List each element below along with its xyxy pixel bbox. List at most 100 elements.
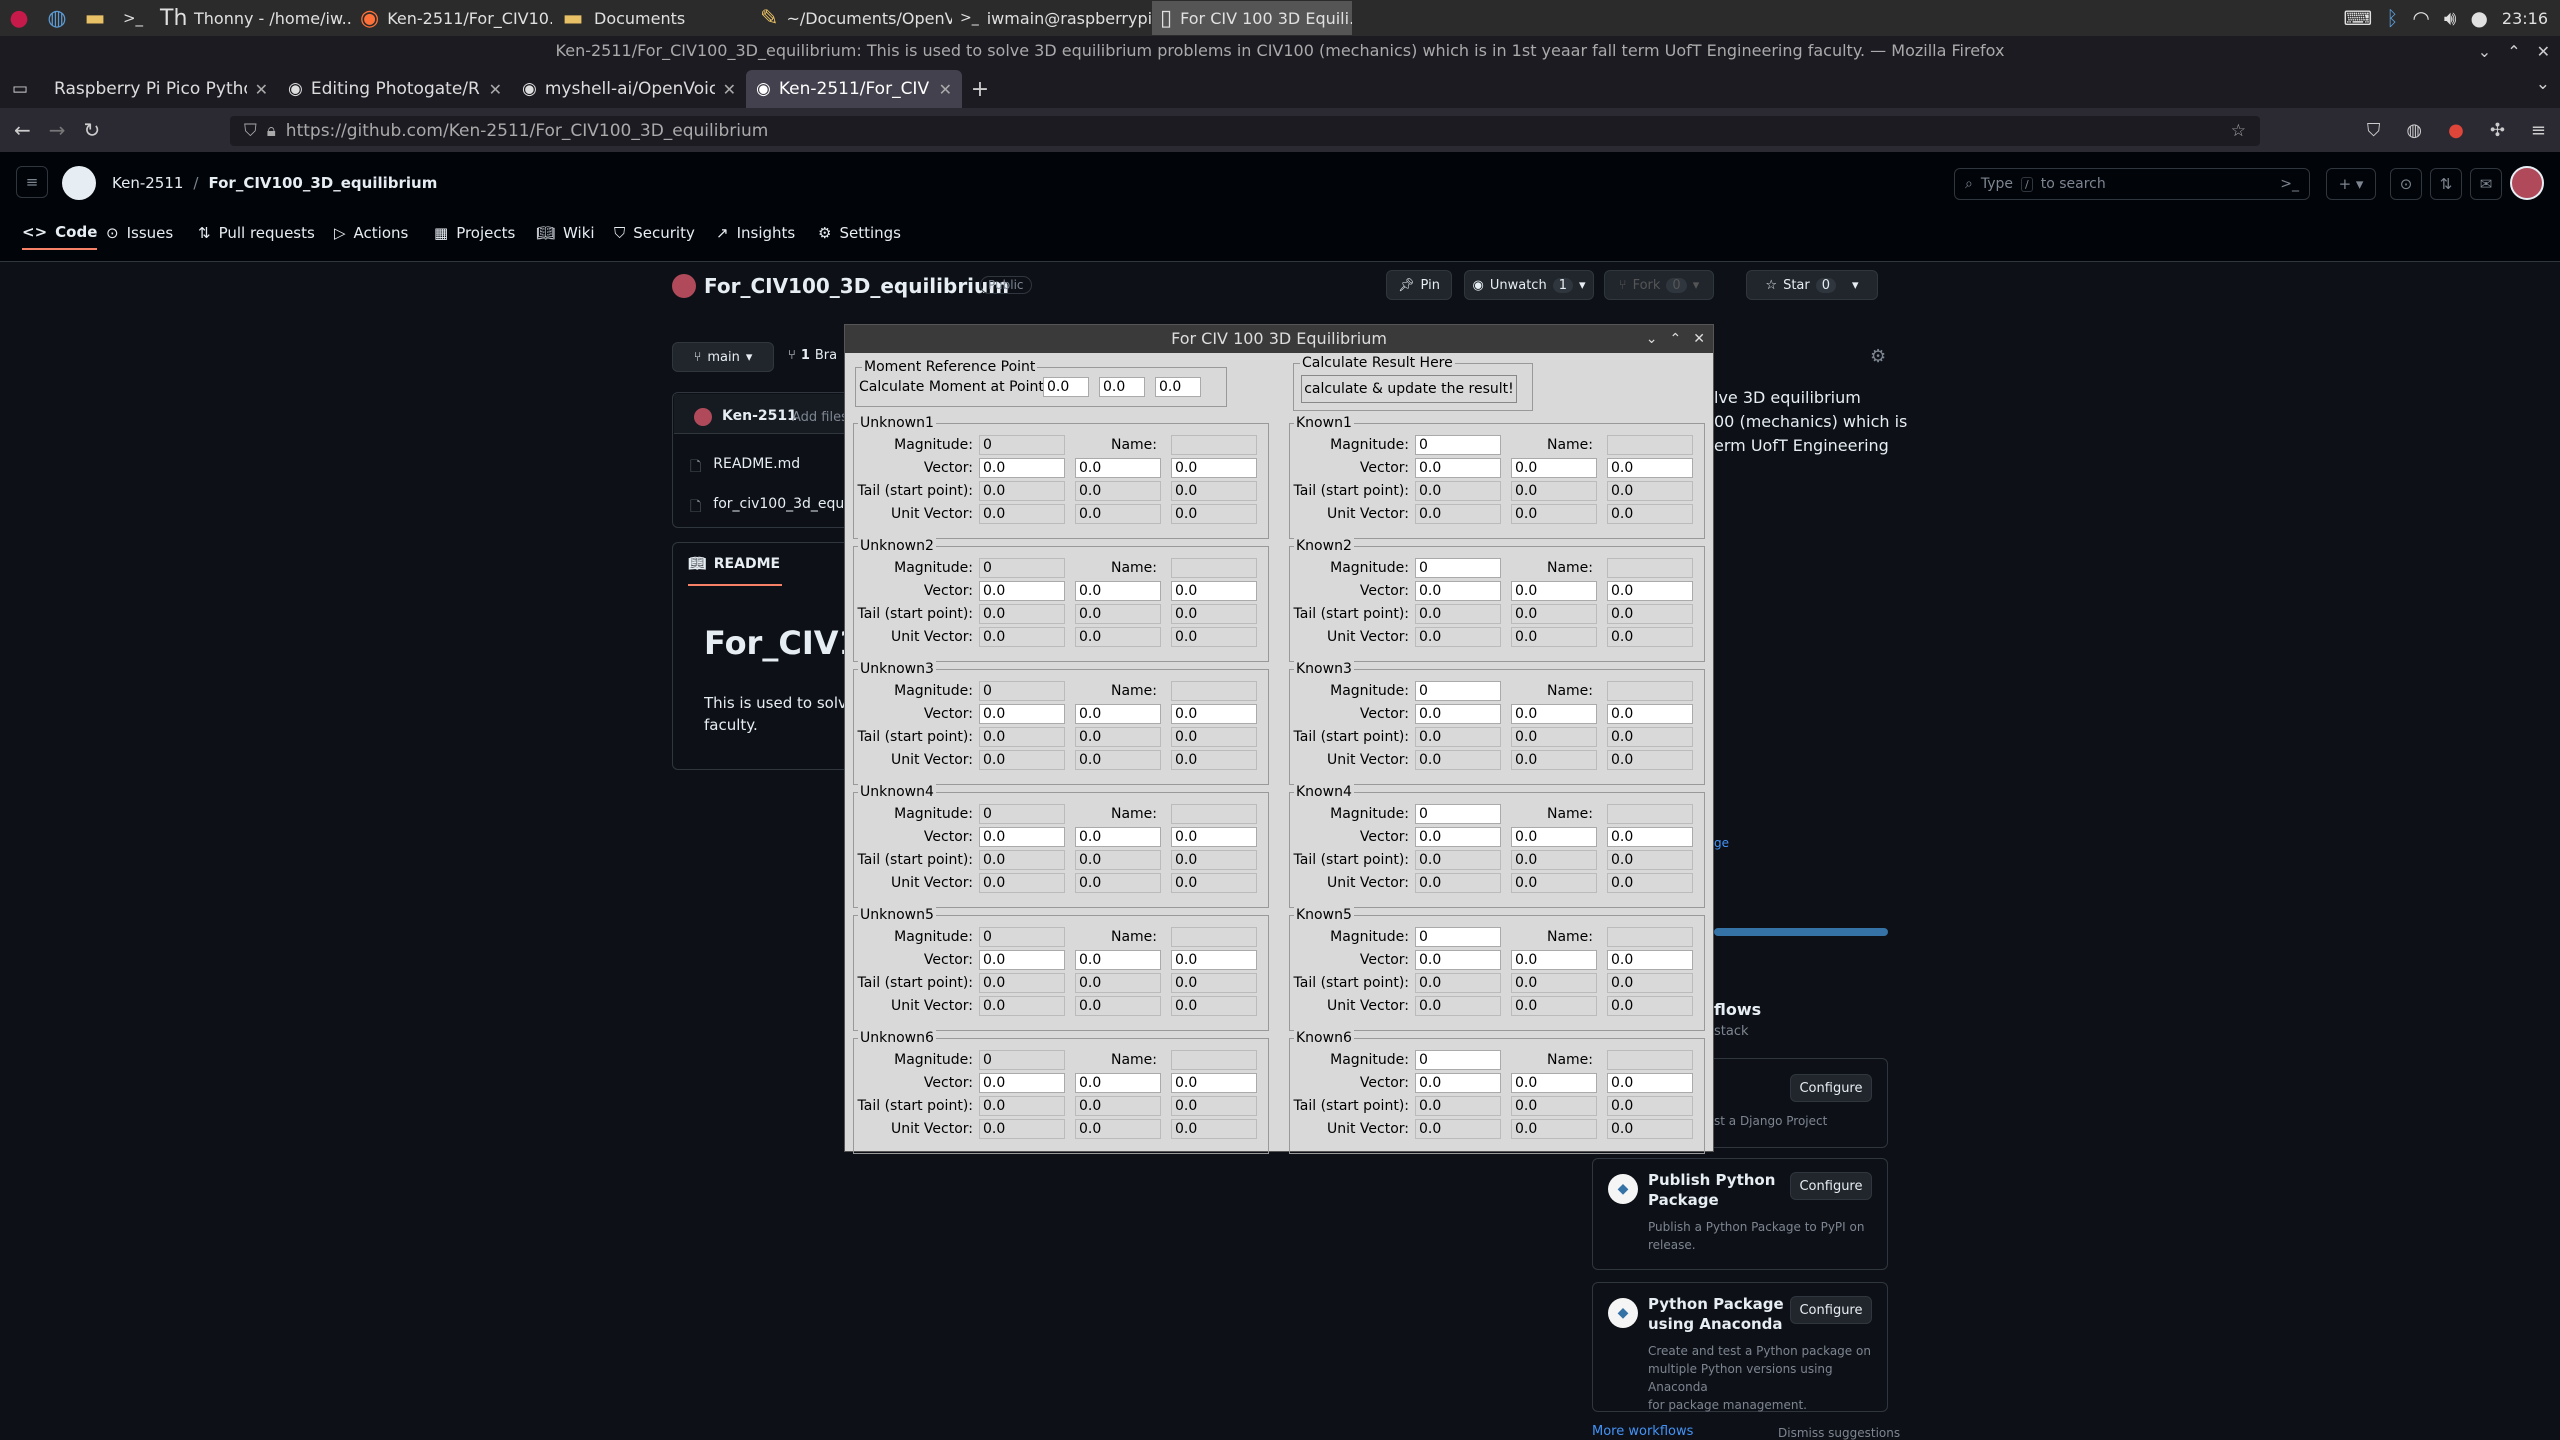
- star-button[interactable]: ☆ Star 0 ▾: [1746, 270, 1878, 300]
- unknown-1-tail-x-input[interactable]: 0.0: [979, 481, 1065, 501]
- unknown-4-name-input[interactable]: [1171, 804, 1257, 824]
- unknown-6-unit-z-input[interactable]: 0.0: [1171, 1119, 1257, 1139]
- app-title[interactable]: For CIV 100 3D Equilibrium: [845, 325, 1713, 353]
- close-tab-icon[interactable]: ✕: [939, 80, 952, 99]
- known-6-tail-z-input[interactable]: 0.0: [1607, 1096, 1693, 1116]
- known-1-tail-y-input[interactable]: 0.0: [1511, 481, 1597, 501]
- unknown-4-vector-x-input[interactable]: 0.0: [979, 827, 1065, 847]
- known-5-magnitude-input[interactable]: 0: [1415, 927, 1501, 947]
- known-3-magnitude-input[interactable]: 0: [1415, 681, 1501, 701]
- unknown-5-vector-y-input[interactable]: 0.0: [1075, 950, 1161, 970]
- unknown-4-unit-x-input[interactable]: 0.0: [979, 873, 1065, 893]
- tab-civ100[interactable]: ◉ Ken-2511/For_CIV100... ✕: [746, 70, 962, 108]
- known-4-vector-z-input[interactable]: 0.0: [1607, 827, 1693, 847]
- task-civ100-app[interactable]: ▯ For CIV 100 3D Equili...: [1152, 1, 1352, 35]
- unknown-3-tail-z-input[interactable]: 0.0: [1171, 727, 1257, 747]
- known-4-magnitude-input[interactable]: 0: [1415, 804, 1501, 824]
- known-2-vector-x-input[interactable]: 0.0: [1415, 581, 1501, 601]
- minimize-icon[interactable]: ⌄: [2478, 42, 2491, 61]
- maximize-icon[interactable]: ⌃: [1670, 331, 1682, 347]
- known-4-name-input[interactable]: [1607, 804, 1693, 824]
- unknown-3-tail-x-input[interactable]: 0.0: [979, 727, 1065, 747]
- user-avatar[interactable]: [2510, 166, 2544, 200]
- known-4-vector-y-input[interactable]: 0.0: [1511, 827, 1597, 847]
- known-3-unit-x-input[interactable]: 0.0: [1415, 750, 1501, 770]
- unknown-3-magnitude-input[interactable]: 0: [979, 681, 1065, 701]
- known-1-unit-z-input[interactable]: 0.0: [1607, 504, 1693, 524]
- back-icon[interactable]: ←: [14, 118, 31, 142]
- browser-launcher-icon[interactable]: ◍: [42, 3, 72, 33]
- known-2-magnitude-input[interactable]: 0: [1415, 558, 1501, 578]
- unknown-2-unit-x-input[interactable]: 0.0: [979, 627, 1065, 647]
- close-tab-icon[interactable]: ✕: [255, 80, 268, 99]
- unknown-6-tail-z-input[interactable]: 0.0: [1171, 1096, 1257, 1116]
- unknown-5-unit-x-input[interactable]: 0.0: [979, 996, 1065, 1016]
- unknown-5-unit-y-input[interactable]: 0.0: [1075, 996, 1161, 1016]
- known-6-magnitude-input[interactable]: 0: [1415, 1050, 1501, 1070]
- branches-link[interactable]: ⑂ 1 Bra: [788, 348, 837, 363]
- known-4-tail-x-input[interactable]: 0.0: [1415, 850, 1501, 870]
- unknown-1-name-input[interactable]: [1171, 435, 1257, 455]
- unknown-3-unit-y-input[interactable]: 0.0: [1075, 750, 1161, 770]
- tab-pico[interactable]: Raspberry Pi Pico Python S ✕: [44, 70, 278, 108]
- moment-z-input[interactable]: 0.0: [1155, 377, 1201, 397]
- issues-icon[interactable]: ⊙: [2390, 168, 2422, 200]
- known-1-vector-z-input[interactable]: 0.0: [1607, 458, 1693, 478]
- list-all-tabs-icon[interactable]: ⌄: [2536, 74, 2550, 94]
- maximize-icon[interactable]: ⌃: [2507, 42, 2520, 61]
- unknown-2-unit-z-input[interactable]: 0.0: [1171, 627, 1257, 647]
- known-1-unit-y-input[interactable]: 0.0: [1511, 504, 1597, 524]
- file-row-script[interactable]: 🗋 for_civ100_3d_equili: [690, 496, 856, 520]
- unknown-6-vector-x-input[interactable]: 0.0: [979, 1073, 1065, 1093]
- known-5-tail-x-input[interactable]: 0.0: [1415, 973, 1501, 993]
- unknown-6-unit-y-input[interactable]: 0.0: [1075, 1119, 1161, 1139]
- search-input[interactable]: ⌕ Type / to search >_: [1954, 168, 2310, 200]
- hamburger-icon[interactable]: ≡: [16, 166, 48, 198]
- extension-badge-icon[interactable]: ●: [2448, 120, 2464, 141]
- known-4-unit-x-input[interactable]: 0.0: [1415, 873, 1501, 893]
- commit-message[interactable]: Add files: [792, 410, 848, 425]
- unknown-1-unit-z-input[interactable]: 0.0: [1171, 504, 1257, 524]
- shield-icon[interactable]: ⛉: [244, 121, 257, 141]
- unknown-2-vector-x-input[interactable]: 0.0: [979, 581, 1065, 601]
- extensions-icon[interactable]: ✣: [2490, 120, 2505, 141]
- unknown-5-tail-x-input[interactable]: 0.0: [979, 973, 1065, 993]
- unknown-5-vector-x-input[interactable]: 0.0: [979, 950, 1065, 970]
- known-3-vector-y-input[interactable]: 0.0: [1511, 704, 1597, 724]
- github-logo-icon[interactable]: [62, 166, 96, 200]
- task-terminal[interactable]: >_ iwmain@raspberrypi...: [952, 1, 1152, 35]
- unknown-6-tail-y-input[interactable]: 0.0: [1075, 1096, 1161, 1116]
- unknown-2-unit-y-input[interactable]: 0.0: [1075, 627, 1161, 647]
- unknown-2-tail-z-input[interactable]: 0.0: [1171, 604, 1257, 624]
- known-3-name-input[interactable]: [1607, 681, 1693, 701]
- unknown-5-vector-z-input[interactable]: 0.0: [1171, 950, 1257, 970]
- breadcrumb-owner[interactable]: Ken-2511: [112, 174, 183, 192]
- unknown-4-vector-y-input[interactable]: 0.0: [1075, 827, 1161, 847]
- about-settings-gear-icon[interactable]: ⚙: [1870, 346, 1886, 367]
- unknown-1-vector-z-input[interactable]: 0.0: [1171, 458, 1257, 478]
- known-6-unit-z-input[interactable]: 0.0: [1607, 1119, 1693, 1139]
- create-new-icon[interactable]: + ▾: [2326, 168, 2376, 200]
- unknown-1-unit-y-input[interactable]: 0.0: [1075, 504, 1161, 524]
- unknown-3-vector-z-input[interactable]: 0.0: [1171, 704, 1257, 724]
- bookmark-star-icon[interactable]: ☆: [2231, 121, 2246, 141]
- reload-icon[interactable]: ↻: [84, 118, 101, 142]
- unknown-5-name-input[interactable]: [1171, 927, 1257, 947]
- known-3-vector-z-input[interactable]: 0.0: [1607, 704, 1693, 724]
- dismiss-suggestions-link[interactable]: Dismiss suggestions: [1778, 1426, 1900, 1440]
- unknown-3-unit-x-input[interactable]: 0.0: [979, 750, 1065, 770]
- configure-publish-button[interactable]: Configure: [1790, 1172, 1872, 1200]
- unknown-2-magnitude-input[interactable]: 0: [979, 558, 1065, 578]
- tab-list-icon[interactable]: ▭: [0, 70, 40, 108]
- known-1-vector-y-input[interactable]: 0.0: [1511, 458, 1597, 478]
- known-6-unit-x-input[interactable]: 0.0: [1415, 1119, 1501, 1139]
- known-3-tail-y-input[interactable]: 0.0: [1511, 727, 1597, 747]
- unknown-1-vector-x-input[interactable]: 0.0: [979, 458, 1065, 478]
- unknown-4-tail-x-input[interactable]: 0.0: [979, 850, 1065, 870]
- tab-openvoice[interactable]: ◉ myshell-ai/OpenVoice: I ✕: [512, 70, 746, 108]
- tab-code[interactable]: <> Code: [22, 216, 98, 250]
- known-1-tail-z-input[interactable]: 0.0: [1607, 481, 1693, 501]
- known-4-unit-y-input[interactable]: 0.0: [1511, 873, 1597, 893]
- known-4-unit-z-input[interactable]: 0.0: [1607, 873, 1693, 893]
- known-5-vector-x-input[interactable]: 0.0: [1415, 950, 1501, 970]
